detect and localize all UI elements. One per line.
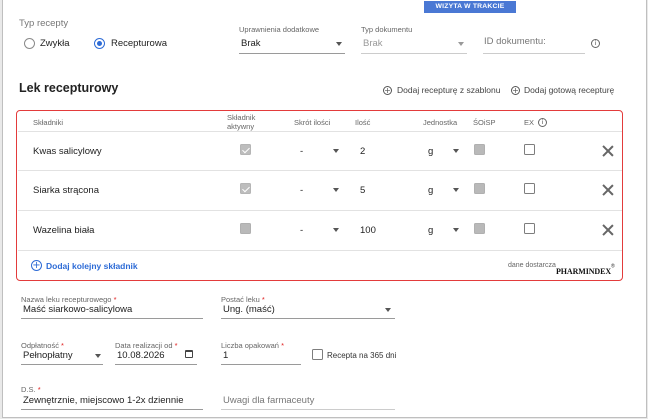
add-ingredient-button[interactable]: Dodaj kolejny składnik	[46, 261, 138, 271]
ex-checkbox[interactable]	[524, 183, 535, 194]
drug-form-underline	[221, 318, 395, 319]
ds-underline	[21, 409, 203, 410]
soisp-checkbox[interactable]	[474, 183, 485, 194]
ds-label: D.S. *	[21, 385, 41, 394]
payment-label: Odpłatność *	[21, 341, 64, 350]
add-circle-icon[interactable]: +	[31, 260, 42, 271]
extra-permissions-label: Uprawnienia dodatkowe	[239, 25, 320, 34]
unit-select[interactable]: g	[428, 146, 433, 157]
chevron-down-icon[interactable]	[453, 188, 459, 192]
add-ready-prescription-button[interactable]: Dodaj gotową recepturę	[524, 85, 614, 95]
col-header-soisp: ŚOiSP	[473, 118, 496, 127]
soisp-checkbox[interactable]	[474, 223, 485, 234]
year-prescription-label[interactable]: Recepta na 365 dni	[327, 351, 396, 360]
soisp-checkbox[interactable]	[474, 144, 485, 155]
drug-name-underline	[21, 318, 203, 319]
abbrev-select[interactable]: -	[300, 185, 303, 196]
packages-input[interactable]: 1	[223, 350, 228, 361]
chevron-down-icon[interactable]	[336, 42, 342, 46]
document-id-input[interactable]: ID dokumentu:	[484, 36, 546, 47]
chevron-down-icon[interactable]	[453, 228, 459, 232]
extra-permissions-value[interactable]: Brak	[241, 38, 261, 49]
date-label: Data realizacji od *	[115, 341, 178, 350]
quantity-input[interactable]: 100	[360, 225, 376, 236]
document-type-label: Typ dokumentu	[361, 25, 413, 34]
calendar-icon[interactable]	[185, 350, 193, 358]
col-header-active-1: Składnik	[227, 113, 256, 122]
close-icon[interactable]	[602, 224, 614, 236]
divider	[18, 170, 622, 171]
col-header-unit: Jednostka	[423, 118, 458, 127]
extra-permissions-underline	[239, 53, 345, 54]
chevron-down-icon[interactable]	[385, 308, 391, 312]
ingredient-name: Siarka strącona	[33, 185, 100, 196]
document-id-underline	[483, 53, 585, 54]
abbrev-select[interactable]: -	[300, 146, 303, 157]
drug-form-select[interactable]: Ung. (maść)	[223, 304, 275, 315]
date-input[interactable]: 10.08.2026	[117, 350, 165, 361]
add-from-template-button[interactable]: Dodaj recepturę z szablonu	[397, 85, 500, 95]
close-icon[interactable]	[602, 184, 614, 196]
col-header-active-2: aktywny	[227, 122, 255, 131]
ingredients-table	[16, 110, 623, 281]
visit-status-badge: WIZYTA W TRAKCIE	[424, 1, 516, 13]
date-underline	[115, 364, 197, 365]
ingredient-name: Wazelina biała	[33, 225, 95, 236]
packages-underline	[221, 364, 301, 365]
divider	[18, 131, 622, 132]
unit-select[interactable]: g	[428, 225, 433, 236]
add-circle-icon[interactable]: +	[511, 86, 520, 95]
info-icon[interactable]: i	[538, 118, 547, 127]
active-ingredient-checkbox[interactable]	[240, 223, 251, 234]
add-circle-icon[interactable]: +	[383, 86, 392, 95]
active-ingredient-checkbox[interactable]	[240, 183, 251, 194]
close-icon[interactable]	[602, 145, 614, 157]
ex-checkbox[interactable]	[524, 144, 535, 155]
ingredient-name: Kwas salicylowy	[33, 146, 102, 157]
ds-input[interactable]: Zewnętrznie, miejscowo 1-2x dziennie	[23, 395, 184, 406]
unit-select[interactable]: g	[428, 185, 433, 196]
drug-name-input[interactable]: Maść siarkowo-salicylowa	[23, 304, 132, 315]
supplier-note: dane dostarcza	[508, 262, 556, 269]
radio-compounded[interactable]	[94, 38, 105, 49]
radio-regular[interactable]	[24, 38, 35, 49]
section-title: Lek recepturowy	[19, 81, 119, 95]
abbrev-select[interactable]: -	[300, 225, 303, 236]
col-header-ex: EX	[524, 118, 535, 127]
info-icon[interactable]: i	[591, 39, 600, 48]
active-ingredient-checkbox[interactable]	[240, 144, 251, 155]
chevron-down-icon[interactable]	[333, 149, 339, 153]
document-type-underline	[361, 53, 467, 54]
payment-select[interactable]: Pełnopłatny	[23, 350, 73, 361]
payment-underline	[21, 364, 103, 365]
col-header-quantity: Ilość	[355, 118, 371, 127]
document-type-value[interactable]: Brak	[363, 38, 383, 49]
trademark-sign: ®	[611, 263, 615, 270]
chevron-down-icon[interactable]	[458, 42, 464, 46]
radio-regular-label[interactable]: Zwykła	[40, 38, 70, 49]
chevron-down-icon[interactable]	[333, 188, 339, 192]
drug-name-label: Nazwa leku recepturowego *	[21, 295, 117, 304]
ex-checkbox[interactable]	[524, 223, 535, 234]
prescription-type-label: Typ recepty	[19, 18, 69, 29]
chevron-down-icon[interactable]	[333, 228, 339, 232]
divider	[18, 210, 622, 211]
col-header-abbrev: Skrót ilości	[294, 118, 331, 127]
col-header-ingredients: Składniki	[33, 118, 64, 127]
quantity-input[interactable]: 5	[360, 185, 365, 196]
packages-label: Liczba opakowań *	[221, 341, 284, 350]
chevron-down-icon[interactable]	[95, 354, 101, 358]
radio-compounded-label[interactable]: Recepturowa	[111, 38, 167, 49]
drug-form-label: Postać leku *	[221, 295, 265, 304]
prescription-panel: WIZYTA W TRAKCIE Typ recepty Zwykła Rece…	[2, 0, 647, 418]
divider	[18, 250, 622, 251]
quantity-input[interactable]: 2	[360, 146, 365, 157]
pharmindex-brand: PHARMINDEX	[556, 267, 611, 276]
pharmacist-notes-input[interactable]: Uwagi dla farmaceuty	[223, 395, 314, 406]
pharmindex-logo: PHARMINDEX®	[556, 261, 615, 279]
year-prescription-checkbox[interactable]	[312, 349, 323, 360]
chevron-down-icon[interactable]	[453, 149, 459, 153]
pharmacist-notes-underline	[221, 409, 395, 410]
